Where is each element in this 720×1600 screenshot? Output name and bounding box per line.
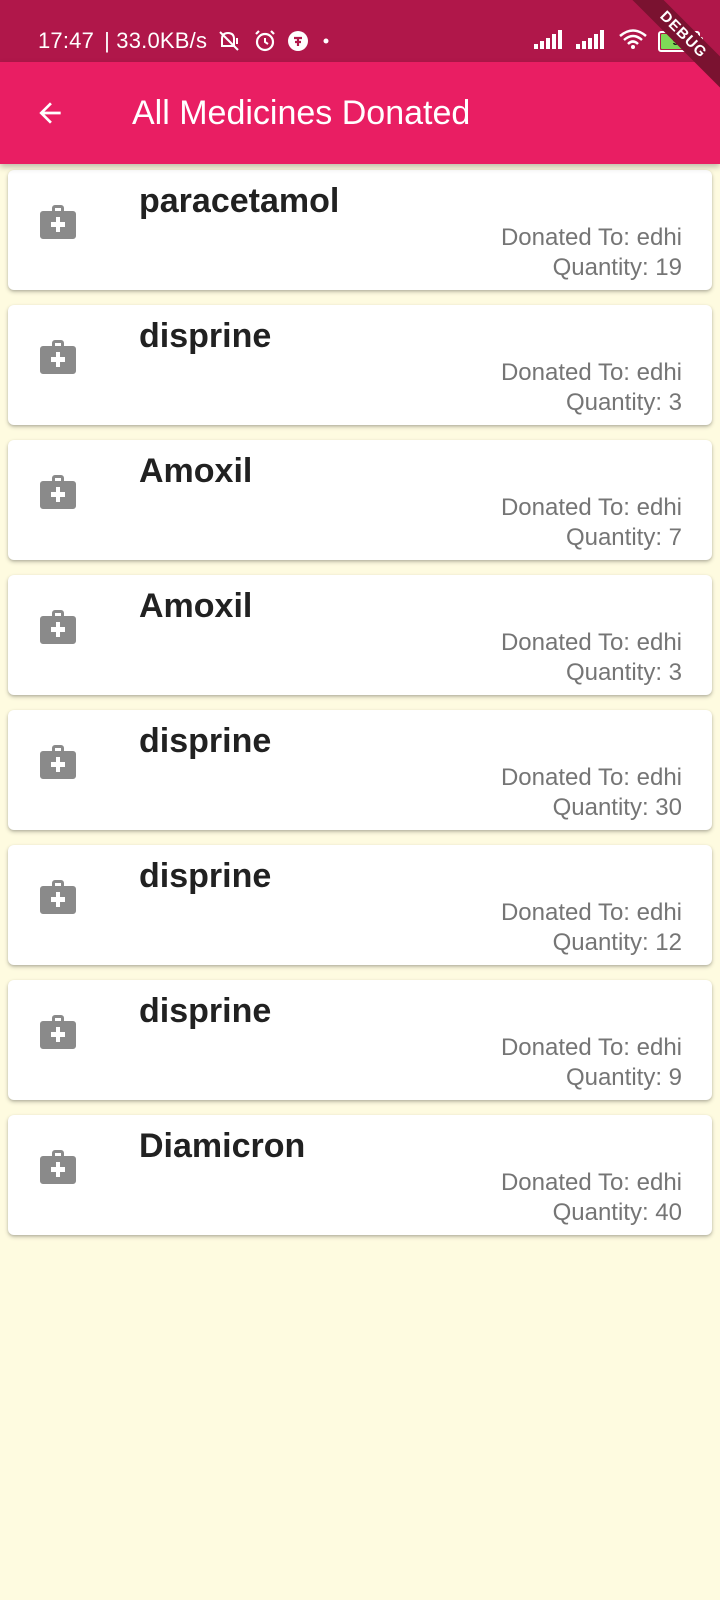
medicine-name: disprine xyxy=(139,722,272,760)
donated-to-text: Donated To: edhi xyxy=(500,764,682,791)
medical-kit-icon xyxy=(40,1150,76,1184)
quantity-text: Quantity: 40 xyxy=(552,1199,682,1226)
donated-to-text: Donated To: edhi xyxy=(500,494,682,521)
arrow-back-icon xyxy=(39,102,61,124)
medicine-card[interactable]: disprine Donated To: edhi Quantity: 9 xyxy=(8,980,712,1100)
donated-to-text: Donated To: edhi xyxy=(500,359,682,386)
alarm-icon xyxy=(253,29,277,53)
medicine-card[interactable]: disprine Donated To: edhi Quantity: 12 xyxy=(8,845,712,965)
medicine-card[interactable]: Diamicron Donated To: edhi Quantity: 40 xyxy=(8,1115,712,1235)
medicine-card[interactable]: Amoxil Donated To: edhi Quantity: 3 xyxy=(8,575,712,695)
medical-kit-icon xyxy=(40,475,76,509)
dot-icon xyxy=(319,34,333,48)
app-notification-icon xyxy=(287,30,309,52)
medicine-name: Amoxil xyxy=(139,452,253,490)
medical-kit-icon xyxy=(40,745,76,779)
medicine-card[interactable]: disprine Donated To: edhi Quantity: 3 xyxy=(8,305,712,425)
quantity-text: Quantity: 30 xyxy=(552,794,682,821)
page-title: All Medicines Donated xyxy=(132,94,471,132)
back-button[interactable] xyxy=(30,93,70,133)
medicine-list: paracetamol Donated To: edhi Quantity: 1… xyxy=(8,170,712,1250)
medical-kit-icon xyxy=(40,340,76,374)
signal-icon xyxy=(534,29,566,54)
medicine-card[interactable]: paracetamol Donated To: edhi Quantity: 1… xyxy=(8,170,712,290)
donated-to-text: Donated To: edhi xyxy=(500,224,682,251)
medicine-name: disprine xyxy=(139,992,272,1030)
status-left: 17:47 | 33.0KB/s xyxy=(38,26,333,56)
medicine-card[interactable]: Amoxil Donated To: edhi Quantity: 7 xyxy=(8,440,712,560)
medical-kit-icon xyxy=(40,610,76,644)
medicine-name: Amoxil xyxy=(139,587,253,625)
medical-kit-icon xyxy=(40,205,76,239)
medicine-name: Diamicron xyxy=(139,1127,306,1165)
donated-to-text: Donated To: edhi xyxy=(500,629,682,656)
quantity-text: Quantity: 7 xyxy=(565,524,682,551)
mute-icon xyxy=(217,30,243,52)
quantity-text: Quantity: 19 xyxy=(552,254,682,281)
quantity-text: Quantity: 3 xyxy=(565,659,682,686)
status-bar: 17:47 | 33.0KB/s xyxy=(0,0,720,62)
donated-to-text: Donated To: edhi xyxy=(500,899,682,926)
medical-kit-icon xyxy=(40,1015,76,1049)
wifi-icon xyxy=(618,28,648,55)
medicine-name: paracetamol xyxy=(139,182,340,220)
donated-to-text: Donated To: edhi xyxy=(500,1034,682,1061)
medicine-name: disprine xyxy=(139,857,272,895)
quantity-text: Quantity: 9 xyxy=(565,1064,682,1091)
medical-kit-icon xyxy=(40,880,76,914)
app-bar: All Medicines Donated xyxy=(0,62,720,164)
network-speed: | 33.0KB/s xyxy=(104,28,208,53)
signal-icon xyxy=(576,29,608,54)
medicine-name: disprine xyxy=(139,317,272,355)
medicine-card[interactable]: disprine Donated To: edhi Quantity: 30 xyxy=(8,710,712,830)
status-time: 17:47 xyxy=(38,28,95,53)
quantity-text: Quantity: 3 xyxy=(565,389,682,416)
quantity-text: Quantity: 12 xyxy=(552,929,682,956)
donated-to-text: Donated To: edhi xyxy=(500,1169,682,1196)
